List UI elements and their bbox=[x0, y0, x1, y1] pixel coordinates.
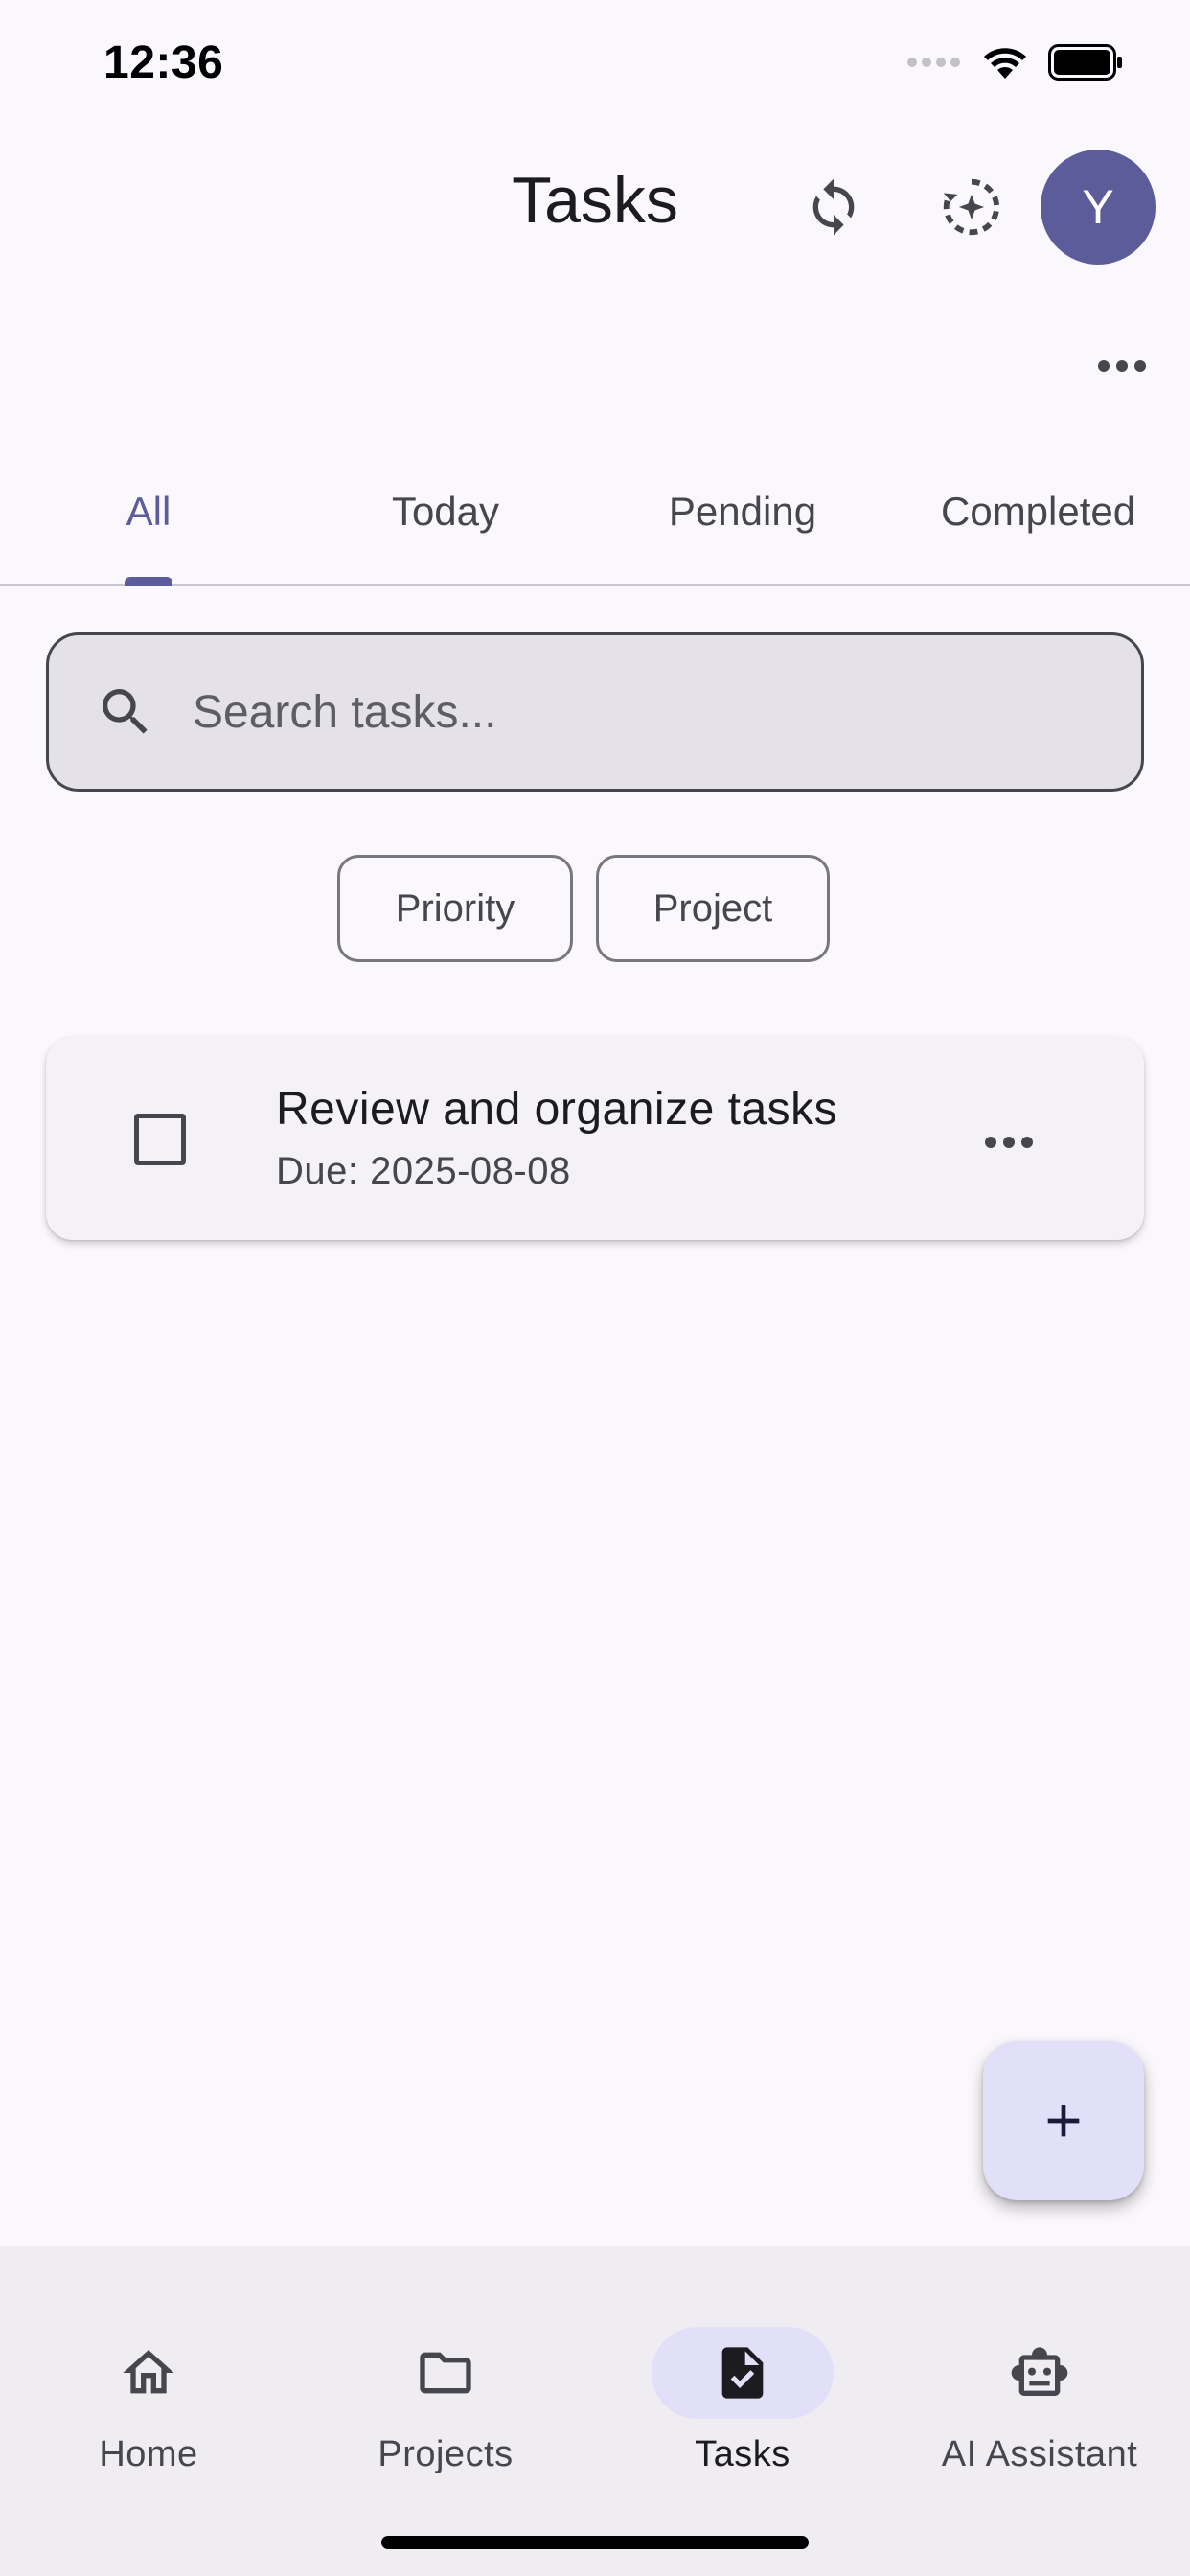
nav-label-tasks: Tasks bbox=[695, 2434, 790, 2474]
ai-sync-button[interactable] bbox=[926, 161, 1018, 253]
ai-sparkle-icon bbox=[943, 178, 1000, 236]
home-indicator bbox=[381, 2536, 809, 2549]
bottom-navigation: Home Projects Tasks AI Assistant bbox=[0, 2246, 1190, 2576]
folder-icon bbox=[420, 2352, 471, 2394]
tab-today[interactable]: Today bbox=[297, 489, 594, 535]
filter-project-chip[interactable]: Project bbox=[596, 855, 830, 962]
tab-active-indicator bbox=[125, 577, 172, 586]
tab-all[interactable]: All bbox=[0, 489, 297, 535]
more-horizontal-icon bbox=[1098, 360, 1146, 372]
signal-icon bbox=[907, 58, 960, 67]
nav-item-projects[interactable]: Projects bbox=[297, 2285, 594, 2476]
status-time: 12:36 bbox=[103, 37, 224, 88]
wifi-icon bbox=[984, 48, 1026, 79]
nav-item-ai-assistant[interactable]: AI Assistant bbox=[891, 2285, 1188, 2476]
nav-label-home: Home bbox=[99, 2434, 198, 2474]
filter-priority-chip[interactable]: Priority bbox=[337, 855, 573, 962]
task-more-button[interactable] bbox=[966, 1114, 1052, 1171]
tab-completed[interactable]: Completed bbox=[881, 489, 1179, 535]
avatar[interactable]: Y bbox=[1041, 150, 1156, 264]
tab-pending[interactable]: Pending bbox=[594, 489, 891, 535]
task-title: Review and organize tasks bbox=[276, 1084, 838, 1135]
nav-label-ai-assistant: AI Assistant bbox=[941, 2434, 1138, 2474]
task-checkbox[interactable] bbox=[134, 1114, 186, 1165]
search-input[interactable] bbox=[193, 685, 1055, 739]
nav-label-projects: Projects bbox=[378, 2434, 514, 2474]
status-icons bbox=[906, 44, 1123, 80]
home-icon bbox=[123, 2350, 174, 2394]
add-task-button[interactable] bbox=[983, 2041, 1144, 2200]
task-card[interactable]: Review and organize tasks Due: 2025-08-0… bbox=[46, 1037, 1144, 1240]
robot-icon bbox=[1011, 2347, 1068, 2396]
search-bar[interactable] bbox=[46, 632, 1144, 792]
more-options-button[interactable] bbox=[1079, 337, 1165, 395]
tab-divider bbox=[0, 584, 1190, 586]
tab-bar: All Today Pending Completed bbox=[0, 470, 1190, 585]
task-check-icon bbox=[721, 2347, 764, 2399]
nav-item-home[interactable]: Home bbox=[0, 2285, 297, 2476]
battery-icon bbox=[1048, 44, 1122, 80]
sync-button[interactable] bbox=[788, 161, 880, 253]
sync-icon bbox=[812, 178, 855, 236]
nav-item-tasks[interactable]: Tasks bbox=[594, 2285, 891, 2476]
search-icon bbox=[87, 674, 164, 750]
task-due-date: Due: 2025-08-08 bbox=[276, 1150, 571, 1192]
plus-icon bbox=[1047, 2104, 1080, 2137]
more-horizontal-icon bbox=[985, 1137, 1033, 1148]
